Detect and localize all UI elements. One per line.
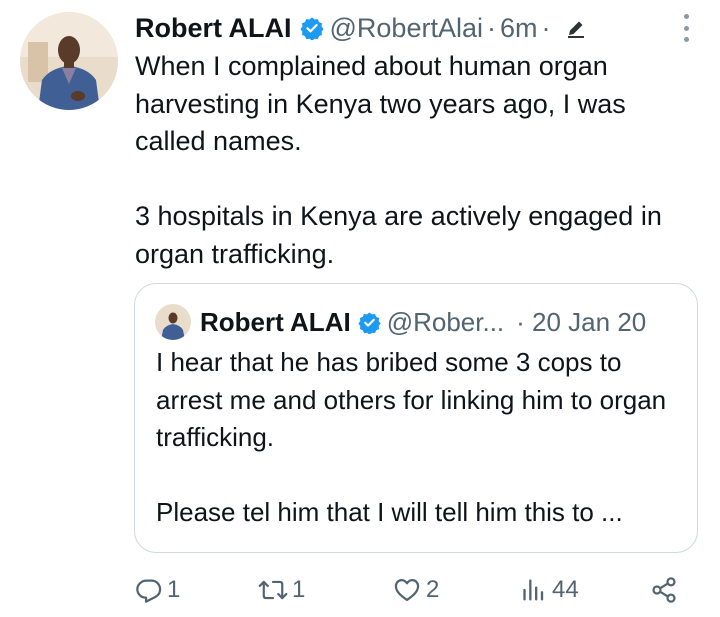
more-vertical-icon[interactable] [678,14,694,42]
repost-count: 1 [292,576,306,603]
share-button[interactable] [650,568,678,612]
repost-icon [258,576,288,604]
author-avatar[interactable] [20,12,118,110]
quote-text: I hear that he has bribed some 3 cops to… [156,344,686,532]
action-bar: 1 1 2 44 [0,568,720,612]
quote-author-handle: @Rober... [386,306,505,337]
separator-dot: · [541,12,551,43]
author-name[interactable]: Robert ALAI [135,13,292,44]
quoted-tweet[interactable]: Robert ALAI @Rober... · 20 Jan 20 I hear… [134,283,698,553]
tweet-time[interactable]: 6m [500,13,538,44]
author-handle[interactable]: @RobertAlai [330,13,483,44]
tweet-paragraph: When I complained about human organ harv… [135,51,626,156]
repost-button[interactable]: 1 [258,568,305,612]
quote-date: · 20 Jan 20 [516,306,647,337]
views-count: 44 [552,576,579,603]
tweet-paragraph: 3 hospitals in Kenya are actively engage… [135,201,662,269]
verified-badge-icon [358,311,381,334]
like-count: 2 [426,576,440,603]
quote-paragraph: Please tel him that I will tell him this… [156,497,623,527]
quote-header: Robert ALAI @Rober... · 20 Jan 20 [200,302,646,342]
views-icon [522,576,548,604]
reply-icon [135,576,163,604]
reply-count: 1 [167,576,181,603]
pencil-icon [565,17,587,39]
reply-button[interactable]: 1 [135,568,180,612]
quote-author-name: Robert ALAI [200,306,351,337]
separator-dot: · [486,12,496,43]
quote-author-avatar [155,304,191,340]
verified-badge-icon[interactable] [299,16,324,40]
like-button[interactable]: 2 [392,568,439,612]
tweet-header: Robert ALAI @RobertAlai · 6m · [135,6,587,50]
quote-paragraph: I hear that he has bribed some 3 cops to… [156,347,667,452]
share-icon [650,576,678,604]
tweet-text: When I complained about human organ harv… [135,48,695,273]
views-button[interactable]: 44 [522,568,579,612]
heart-icon [392,576,422,604]
